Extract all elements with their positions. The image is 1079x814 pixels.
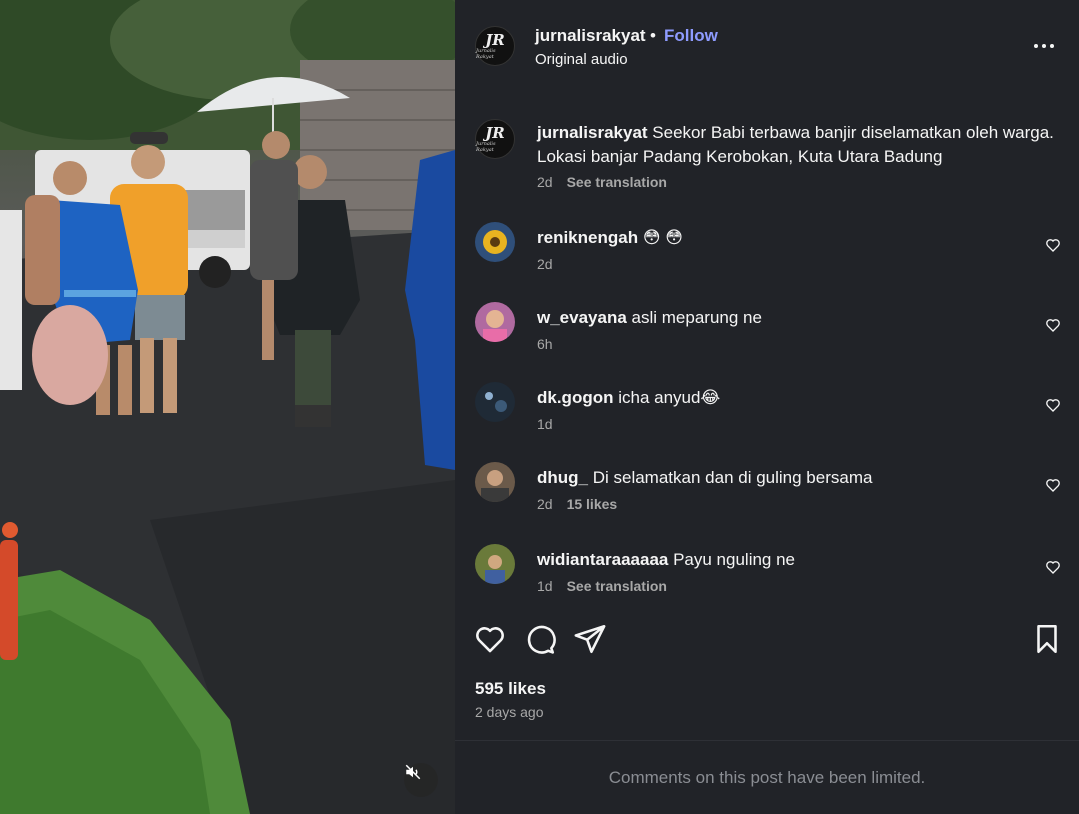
- comment-like-heart-icon[interactable]: [1045, 317, 1061, 333]
- comment-text: 😳 😳: [638, 228, 683, 247]
- comment-like-heart-icon[interactable]: [1045, 237, 1061, 253]
- caption-username[interactable]: jurnalisrakyat: [537, 123, 648, 142]
- more-horizontal-icon: [1034, 44, 1038, 48]
- muted-speaker-icon: [405, 764, 421, 780]
- sunflower-avatar-image: [475, 222, 515, 262]
- commenter-avatar[interactable]: [475, 382, 515, 422]
- comment-like-heart-icon[interactable]: [1045, 477, 1061, 493]
- comment-username[interactable]: dk.gogon: [537, 388, 613, 407]
- separator-dot: •: [650, 26, 656, 45]
- comment-item: w_evayana asli meparung ne 6h: [475, 302, 1065, 362]
- more-options-button[interactable]: [1029, 34, 1059, 58]
- author-avatar[interactable]: JR Jurnalis Rakyat: [475, 26, 515, 66]
- caption-meta: 2d See translation: [537, 174, 667, 190]
- post-panel: JR Jurnalis Rakyat jurnalisrakyat • Foll…: [455, 0, 1079, 814]
- comment-item: reniknengah 😳 😳 2d: [475, 222, 1065, 282]
- comment-username[interactable]: widiantaraaaaaa: [537, 550, 668, 569]
- comment-text: icha anyud😂: [613, 388, 721, 407]
- user-photo-avatar-image: [475, 302, 515, 342]
- comment-username[interactable]: dhug_: [537, 468, 588, 487]
- commenter-avatar[interactable]: [475, 302, 515, 342]
- comment-time: 2d: [537, 256, 553, 272]
- post-time: 2 days ago: [475, 704, 544, 720]
- mute-toggle-button[interactable]: [404, 763, 438, 797]
- comment-item: dhug_ Di selamatkan dan di guling bersam…: [475, 462, 1065, 522]
- comment-text: Payu nguling ne: [668, 550, 796, 569]
- comment-likes-count[interactable]: 15 likes: [567, 496, 618, 512]
- comment-time: 1d: [537, 578, 553, 594]
- comment-time: 2d: [537, 496, 553, 512]
- user-photo-avatar-image: [475, 462, 515, 502]
- avatar-logo-text: JR: [485, 30, 505, 49]
- comment-time: 6h: [537, 336, 553, 352]
- bookmark-icon[interactable]: [1030, 622, 1064, 656]
- post-action-bar: [455, 622, 1079, 662]
- comment-item: widiantaraaaaaa Payu nguling ne 1d See tr…: [475, 544, 1065, 604]
- follow-button[interactable]: Follow: [664, 26, 718, 46]
- video-frame: [0, 0, 455, 814]
- comment-like-heart-icon[interactable]: [1045, 397, 1061, 413]
- comment-text: Di selamatkan dan di guling bersama: [588, 468, 873, 487]
- commenter-avatar[interactable]: [475, 462, 515, 502]
- heart-icon[interactable]: [473, 622, 507, 656]
- share-icon[interactable]: [573, 622, 607, 656]
- user-photo-avatar-image: [475, 544, 515, 584]
- likes-count[interactable]: 595 likes: [475, 679, 546, 699]
- comment-item: dk.gogon icha anyud😂 1d: [475, 382, 1065, 442]
- author-username[interactable]: jurnalisrakyat: [535, 26, 646, 46]
- divider: [455, 740, 1079, 741]
- comments-limited-notice: Comments on this post have been limited.: [608, 768, 926, 787]
- night-photo-avatar-image: [475, 382, 515, 422]
- audio-link[interactable]: Original audio: [535, 51, 628, 68]
- avatar-logo-subtext: Jurnalis Rakyat: [476, 47, 496, 60]
- commenter-avatar[interactable]: [475, 544, 515, 584]
- comment-icon[interactable]: [523, 622, 557, 656]
- commenter-avatar[interactable]: [475, 222, 515, 262]
- see-translation-button[interactable]: See translation: [567, 174, 667, 190]
- comment-time: 1d: [537, 416, 553, 432]
- comment-like-heart-icon[interactable]: [1045, 559, 1061, 575]
- avatar-logo-subtext: Jurnalis Rakyat: [476, 140, 496, 153]
- video-player[interactable]: [0, 0, 455, 814]
- caption-time: 2d: [537, 174, 553, 190]
- caption-avatar[interactable]: JR Jurnalis Rakyat: [475, 119, 515, 159]
- see-translation-button[interactable]: See translation: [567, 578, 667, 594]
- comment-username[interactable]: w_evayana: [537, 308, 627, 327]
- caption-text: jurnalisrakyat Seekor Babi terbawa banji…: [537, 121, 1067, 169]
- post-header: JR Jurnalis Rakyat jurnalisrakyat • Foll…: [455, 0, 1079, 96]
- comment-username[interactable]: reniknengah: [537, 228, 638, 247]
- comment-text: asli meparung ne: [626, 308, 762, 327]
- avatar-logo-text: JR: [485, 123, 505, 142]
